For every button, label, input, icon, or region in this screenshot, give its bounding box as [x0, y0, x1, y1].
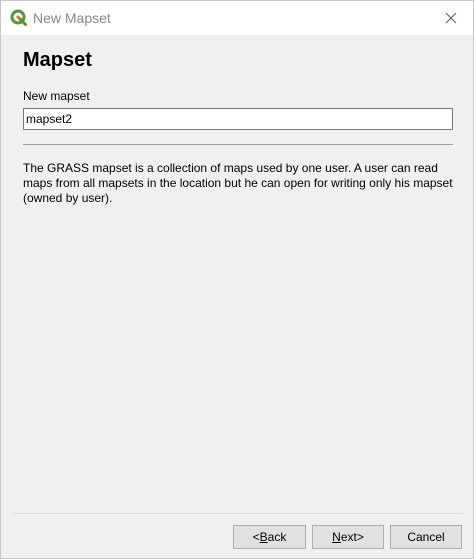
page-title: Mapset	[23, 49, 92, 71]
close-icon	[445, 12, 457, 24]
back-button-label-rest: ack	[267, 530, 287, 544]
back-button-prefix: <	[252, 530, 260, 544]
cancel-button[interactable]: Cancel	[390, 525, 462, 549]
back-button-mnemonic: B	[259, 530, 268, 544]
next-button-mnemonic: N	[332, 530, 341, 544]
next-button-label-rest: ext	[340, 530, 357, 544]
separator-line	[23, 144, 453, 145]
button-bar-separator	[13, 513, 463, 514]
title-bar[interactable]: New Mapset	[1, 1, 473, 35]
next-button-suffix: >	[356, 530, 364, 544]
qgis-logo-icon	[10, 9, 27, 26]
new-mapset-dialog: New Mapset Mapset New mapset The GRASS m…	[0, 0, 474, 559]
close-button[interactable]	[433, 3, 469, 33]
mapset-description: The GRASS mapset is a collection of maps…	[23, 161, 453, 205]
back-button[interactable]: < Back	[233, 525, 306, 549]
next-button[interactable]: Next >	[312, 525, 384, 549]
new-mapset-label: New mapset	[23, 89, 90, 103]
window-title: New Mapset	[33, 10, 111, 26]
new-mapset-input[interactable]	[23, 108, 453, 130]
